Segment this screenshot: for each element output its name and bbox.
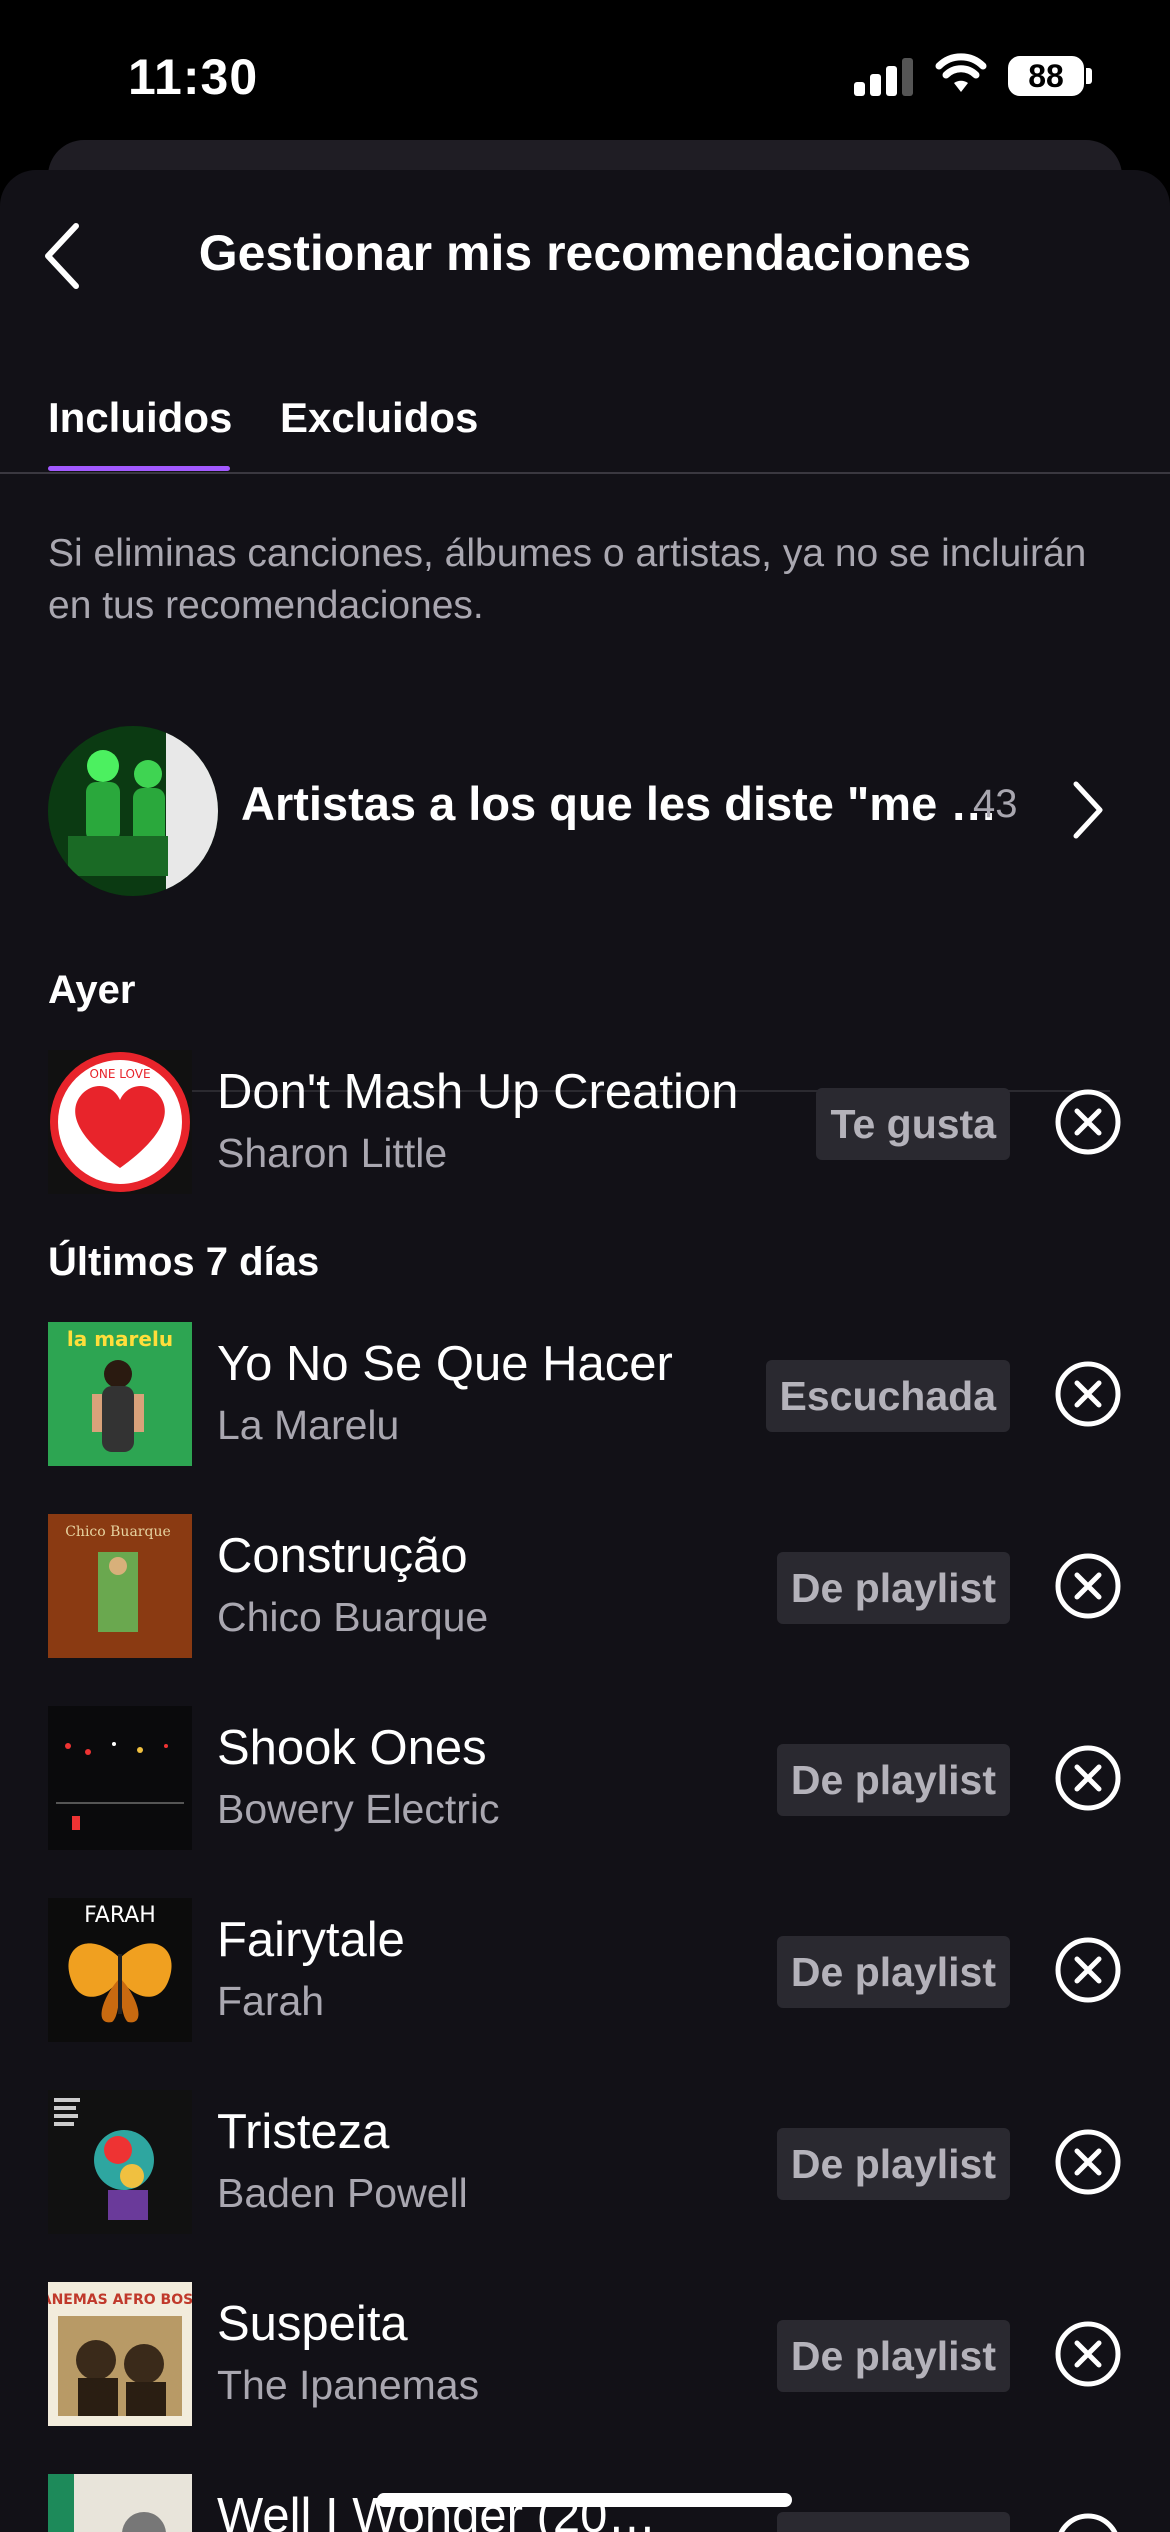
close-circle-icon[interactable] xyxy=(1054,2320,1122,2388)
track-artist: The Ipanemas xyxy=(217,2362,480,2408)
source-badge: De playlist xyxy=(776,2320,1010,2392)
source-badge: Te gusta xyxy=(816,1088,1010,1160)
track-artist: Baden Powell xyxy=(217,2170,468,2216)
svg-text:ONE LOVE: ONE LOVE xyxy=(89,1067,150,1081)
album-cover: IPANEMAS AFRO BOSSA xyxy=(48,2282,192,2426)
active-tab-indicator xyxy=(48,466,230,471)
track-title: Shook Ones xyxy=(217,1721,487,1775)
track-title: Suspeita xyxy=(217,2297,408,2351)
close-circle-icon[interactable] xyxy=(1054,1088,1122,1156)
cover-text: IPANEMAS AFRO BOSSA xyxy=(48,2292,192,2308)
liked-artists-row[interactable]: Artistas a los que les diste "me gusta" … xyxy=(48,726,1108,896)
tab-incluidos[interactable]: Incluidos xyxy=(48,394,232,442)
cover-text: FARAH xyxy=(84,1903,156,1928)
tab-bar: Incluidos Excluidos xyxy=(0,380,1170,474)
source-badge: De playlist xyxy=(776,2512,1010,2532)
track-title: Construção xyxy=(217,1529,468,1583)
status-time: 11:30 xyxy=(128,49,259,105)
track-title: Don't Mash Up Creation xyxy=(217,1065,739,1119)
page-title: Gestionar mis recomendaciones xyxy=(198,225,972,281)
battery-icon: 88 xyxy=(1008,56,1084,96)
source-badge: Escuchada xyxy=(765,1360,1010,1432)
source-badge: De playlist xyxy=(776,1744,1010,1816)
battery-tip xyxy=(1086,68,1092,84)
source-badge: De playlist xyxy=(776,2128,1010,2200)
track-artist: Chico Buarque xyxy=(217,1594,489,1640)
liked-artists-count: 43 xyxy=(973,782,1018,826)
track-row: la marelu Yo No Se Que Hacer La Marelu E… xyxy=(48,1322,1122,1468)
track-title: Fairytale xyxy=(217,1913,405,1967)
close-circle-icon[interactable] xyxy=(1054,1552,1122,1620)
cover-text: Chico Buarque xyxy=(65,1524,171,1540)
home-indicator[interactable] xyxy=(377,2493,792,2507)
track-title: Tristeza xyxy=(217,2105,390,2159)
track-title: Yo No Se Que Hacer xyxy=(217,1337,673,1391)
artists-avatar xyxy=(48,726,218,896)
track-row: Shook Ones Bowery Electric De playlist xyxy=(48,1706,1122,1852)
track-artist: Farah xyxy=(217,1978,325,2024)
description-text: Si eliminas canciones, álbumes o artista… xyxy=(48,532,1087,627)
header: Gestionar mis recomendaciones xyxy=(0,170,1170,340)
album-cover: la marelu xyxy=(48,1322,192,1466)
track-row: FARAH Fairytale Farah De playlist xyxy=(48,1898,1122,2044)
album-cover xyxy=(48,2090,192,2234)
source-badge: De playlist xyxy=(776,1552,1010,1624)
section-heading-ultimos-7-dias: Últimos 7 días xyxy=(48,1240,320,1284)
chevron-right-icon xyxy=(1073,781,1103,839)
close-circle-icon[interactable] xyxy=(1054,1744,1122,1812)
close-circle-icon[interactable] xyxy=(1054,1360,1122,1428)
track-row: Chico Buarque Construção Chico Buarque D… xyxy=(48,1514,1122,1660)
source-badge: De playlist xyxy=(776,1936,1010,2008)
album-cover: ONE LOVE xyxy=(48,1050,192,1194)
close-circle-icon[interactable] xyxy=(1054,1936,1122,2004)
close-circle-icon[interactable] xyxy=(1054,2128,1122,2196)
recommendations-sheet: Gestionar mis recomendaciones Incluidos … xyxy=(0,170,1170,2532)
status-bar: 11:30 88 xyxy=(0,0,1170,160)
track-row: IPANEMAS AFRO BOSSA Suspeita The Ipanema… xyxy=(48,2282,1122,2428)
section-heading-ayer: Ayer xyxy=(48,968,136,1012)
track-artist: La Marelu xyxy=(217,1402,400,1448)
cover-text: la marelu xyxy=(67,1327,173,1351)
tab-excluidos[interactable]: Excluidos xyxy=(280,394,478,442)
track-artist: Bowery Electric xyxy=(217,1786,500,1832)
album-cover: Chico Buarque xyxy=(48,1514,192,1658)
album-cover: FARAH xyxy=(48,1898,192,2042)
wifi-icon xyxy=(935,53,987,92)
track-row: Tristeza Baden Powell De playlist xyxy=(48,2090,1122,2236)
album-cover xyxy=(48,1706,192,1850)
cellular-signal-icon xyxy=(854,56,914,96)
track-row: ONE LOVE Don't Mash Up Creation Sharon L… xyxy=(48,1050,1122,1196)
close-circle-icon[interactable] xyxy=(1054,2512,1122,2532)
liked-artists-label: Artistas a los que les diste "me gusta" xyxy=(241,777,1021,830)
track-artist: Sharon Little xyxy=(217,1130,448,1176)
album-cover xyxy=(48,2474,192,2532)
